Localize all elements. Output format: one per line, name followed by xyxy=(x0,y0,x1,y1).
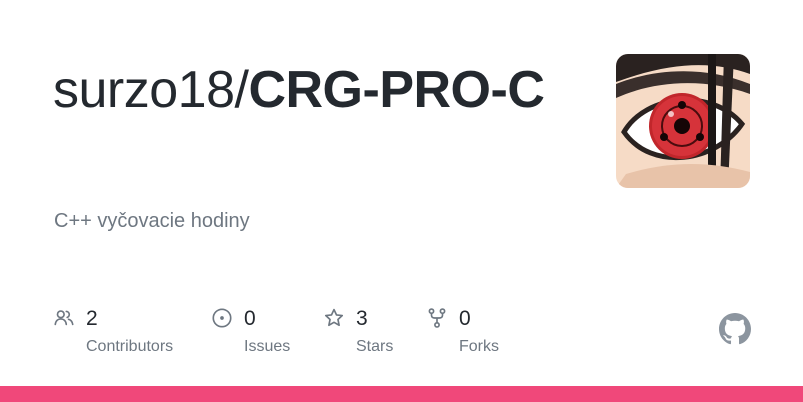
forks-count: 0 xyxy=(459,307,471,330)
people-icon xyxy=(54,310,74,326)
repo-name[interactable]: CRG-PRO-C xyxy=(248,61,544,119)
contributors-count: 2 xyxy=(86,307,98,330)
repo-description: C++ vyčovacie hodiny xyxy=(54,210,250,232)
issues-label: Issues xyxy=(244,338,291,355)
stars-label: Stars xyxy=(356,338,394,355)
github-mark-icon[interactable] xyxy=(719,313,751,345)
accent-bar xyxy=(0,386,803,402)
repo-owner[interactable]: surzo18/ xyxy=(53,61,249,119)
repo-forked-icon xyxy=(428,308,446,328)
star-icon xyxy=(324,308,344,327)
issue-opened-icon xyxy=(212,308,232,328)
issues-count: 0 xyxy=(244,307,256,330)
forks-label: Forks xyxy=(459,338,499,355)
stars-count: 3 xyxy=(356,307,368,330)
repo-title: surzo18/CRG-PRO-C xyxy=(53,58,593,122)
owner-avatar[interactable] xyxy=(616,54,750,188)
contributors-label: Contributors xyxy=(86,338,174,355)
sharingan-eye-avatar-icon xyxy=(616,54,750,188)
